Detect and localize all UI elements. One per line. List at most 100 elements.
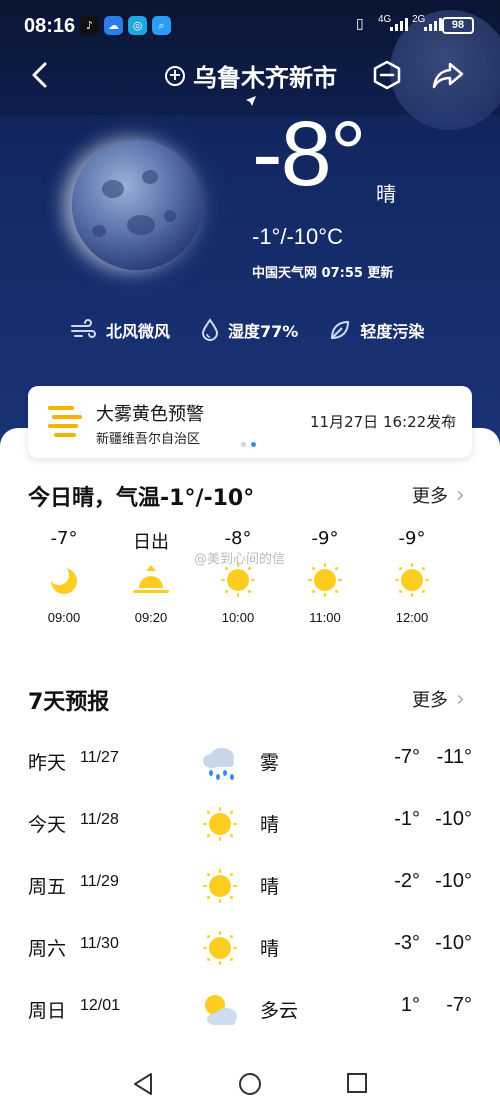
warning-time: 11月27日 16:22发布 [310,413,457,431]
current-condition: 晴 [376,182,396,206]
high-temp: -7° [394,746,420,768]
browser-app-icon: ◎ [128,16,147,35]
hour-item: 日出 09:20 [111,528,191,625]
hour-item: -7° 09:00 [24,528,104,625]
today-more-link[interactable]: 更多 [412,482,465,508]
signal-2-icon [424,18,442,31]
hour-item: -9° 12:00 [372,528,452,625]
watermark: @美到心间的信 [194,552,286,567]
home-nav-icon[interactable] [238,1072,262,1096]
back-nav-icon[interactable] [132,1072,154,1096]
recents-nav-icon[interactable] [346,1072,368,1094]
page-indicator [241,442,256,447]
add-location-icon [165,65,185,86]
update-source: 中国天气网 07:55 更新 [252,266,394,281]
tiktok-app-icon: ♪ [80,16,99,35]
today-title: 今日晴，气温-1°/-10° [28,486,255,511]
water-drop-icon [202,318,219,341]
wind-label: 北风微风 [106,322,171,341]
weather-text: 晴 [260,938,280,960]
weather-info-row: 北风微风 湿度77% 轻度污染 [70,318,454,342]
day-name: 昨天 [28,752,67,774]
forecast-title: 7天预报 [28,690,110,715]
high-temp: -1° [394,808,420,830]
low-temp: -7° [446,994,472,1016]
warning-region: 新疆维吾尔自治区 [96,432,201,447]
sun-icon [307,562,343,598]
weather-text: 多云 [260,1000,299,1022]
hour-time: 09:20 [134,610,168,625]
forecast-row[interactable]: 周日 12/01 多云 1° -7° [0,978,500,1040]
hour-item: -9° 11:00 [285,528,365,625]
location-arrow-icon [246,96,256,106]
battery-indicator: 98 [442,17,474,34]
day-name: 周六 [28,938,67,960]
moon-icon [46,562,82,598]
low-temp: -10° [435,808,472,830]
pollution-label: 轻度污染 [360,322,425,341]
warning-title: 大雾黄色预警 [96,404,204,425]
fog-rain-icon [203,748,234,780]
search-app-icon: ⌕ [152,16,171,35]
moon-image [72,140,202,270]
partly-cloudy-icon [205,995,237,1025]
high-temp: -2° [394,870,420,892]
day-name: 周日 [28,1000,67,1022]
cloud-app-icon: ☁ [104,16,123,35]
humidity-info[interactable]: 湿度77% [200,318,298,342]
day-date: 11/27 [80,749,119,766]
low-temp: -10° [435,870,472,892]
high-temp: -3° [394,932,420,954]
signal-1-icon [390,18,408,31]
forecast-row[interactable]: 今天 11/28 晴 -1° -10° [0,792,500,854]
day-date: 11/29 [80,873,119,890]
high-temp: 1° [400,994,420,1016]
current-temperature: -8° [252,103,367,205]
wind-info[interactable]: 北风微风 [70,318,170,342]
day-date: 11/28 [80,811,119,828]
leaf-icon [331,320,350,340]
day-name: 今天 [28,814,67,836]
pollution-info[interactable]: 轻度污染 [328,318,424,342]
forecast-more-link[interactable]: 更多 [412,686,465,712]
weather-warning-card[interactable]: 大雾黄色预警 新疆维吾尔自治区 11月27日 16:22发布 [28,386,472,458]
weather-text: 雾 [260,752,280,774]
wind-icon [71,319,96,338]
city-name: 乌鲁木齐新市 [193,64,337,92]
day-date: 12/01 [80,997,121,1014]
status-bar: 08:16 ♪ ☁ ◎ ⌕ ▯ 4G 2G 98 [0,0,500,52]
humidity-label: 湿度77% [228,322,299,341]
hour-time: 11:00 [309,610,341,625]
forecast-row[interactable]: 周五 11/29 晴 -2° -10° [0,854,500,916]
chevron-right-icon [447,414,456,426]
day-date: 11/30 [80,935,119,952]
vibrate-icon: ▯ [356,15,364,31]
hour-value: -9° [311,528,339,549]
sun-icon [220,562,256,598]
system-navigation-bar [0,1046,500,1111]
back-icon[interactable] [26,60,56,90]
hexagon-settings-icon[interactable] [372,60,402,90]
hour-value: -9° [398,528,426,549]
hour-time: 10:00 [221,610,255,625]
hour-value: -7° [50,528,78,549]
sun-icon [203,931,237,965]
hour-time: 09:00 [47,610,81,625]
status-time: 08:16 [24,15,76,37]
weather-text: 晴 [260,876,280,898]
sunrise-icon [133,562,169,598]
hour-time: 12:00 [395,610,429,625]
day-name: 周五 [28,876,67,898]
share-icon[interactable] [432,60,464,90]
hour-item: -8° 10:00 [198,528,278,625]
temperature-range: -1°/-10°C [252,224,343,249]
sun-icon [394,562,430,598]
weather-text: 晴 [260,814,280,836]
fog-warning-icon [48,406,82,437]
low-temp: -11° [436,746,472,768]
city-selector[interactable]: 乌鲁木齐新市 [165,58,337,93]
sun-icon [203,869,237,903]
forecast-row[interactable]: 昨天 11/27 雾 -7° -11° [0,730,500,792]
forecast-row[interactable]: 周六 11/30 晴 -3° -10° [0,916,500,978]
hour-value: 日出 [133,532,169,553]
